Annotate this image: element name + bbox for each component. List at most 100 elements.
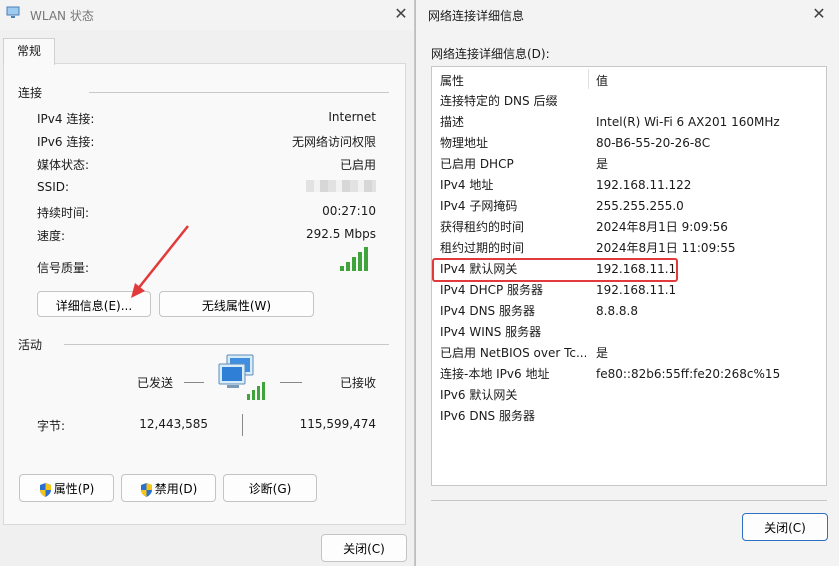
wireless-properties-button[interactable]: 无线属性(W): [159, 291, 314, 317]
property-cell: IPv4 子网掩码: [440, 199, 518, 213]
property-cell: 连接-本地 IPv6 地址: [440, 367, 550, 381]
received-label: 已接收: [339, 376, 376, 390]
list-item[interactable]: 物理地址 80-B6-55-20-26-8C: [432, 133, 826, 154]
list-header: 属性 值: [432, 67, 826, 91]
disable-button[interactable]: 禁用(D): [121, 474, 216, 502]
list-item[interactable]: 获得租约的时间 2024年8月1日 9:09:56: [432, 217, 826, 238]
value-cell: fe80::82b6:55ff:fe20:268c%15: [596, 367, 781, 381]
property-cell: 租约过期的时间: [440, 241, 525, 255]
property-cell: IPv4 WINS 服务器: [440, 325, 542, 339]
media-state-label: 媒体状态:: [37, 158, 90, 172]
network-details-window: 网络连接详细信息 ✕ 网络连接详细信息(D): 属性 值 连接特定的 DNS 后…: [415, 0, 839, 566]
ipv4-value: Internet: [328, 110, 376, 124]
property-cell: IPv4 默认网关: [440, 262, 518, 276]
list-item[interactable]: 连接特定的 DNS 后缀: [432, 91, 826, 112]
property-cell: IPv4 DHCP 服务器: [440, 283, 544, 297]
value-cell: 192.168.11.1: [596, 262, 677, 276]
close-button[interactable]: 关闭(C): [742, 513, 828, 541]
list-item[interactable]: IPv4 地址 192.168.11.122: [432, 175, 826, 196]
list-item[interactable]: 已启用 DHCP 是: [432, 154, 826, 175]
list-item[interactable]: IPv6 默认网关: [432, 385, 826, 406]
connection-group-title: 连接: [18, 86, 43, 100]
divider: [431, 500, 827, 501]
list-item[interactable]: IPv4 子网掩码 255.255.255.0: [432, 196, 826, 217]
value-cell: 2024年8月1日 9:09:56: [596, 220, 728, 234]
list-item[interactable]: IPv4 WINS 服务器: [432, 322, 826, 343]
divider: [184, 382, 204, 383]
bytes-label: 字节:: [37, 419, 66, 433]
value-cell: 2024年8月1日 11:09:55: [596, 241, 736, 255]
value-cell: Intel(R) Wi-Fi 6 AX201 160MHz: [596, 115, 780, 129]
list-item[interactable]: IPv4 DHCP 服务器 192.168.11.1: [432, 280, 826, 301]
title-bar: WLAN 状态 ✕: [0, 0, 414, 30]
speed-label: 速度:: [37, 229, 66, 243]
properties-button-label: 属性(P): [53, 482, 95, 496]
property-cell: IPv6 默认网关: [440, 388, 518, 402]
media-state-value: 已启用: [339, 158, 376, 172]
diagnose-button[interactable]: 诊断(G): [223, 474, 317, 502]
property-cell: IPv6 DNS 服务器: [440, 409, 535, 423]
network-icon: [6, 6, 20, 18]
value-cell: 8.8.8.8: [596, 304, 638, 318]
speed-value: 292.5 Mbps: [305, 227, 376, 241]
column-separator[interactable]: [588, 69, 589, 89]
ipv6-value: 无网络访问权限: [291, 135, 376, 149]
value-cell: 192.168.11.1: [596, 283, 677, 297]
divider: [89, 92, 389, 93]
duration-value: 00:27:10: [322, 204, 376, 218]
close-button[interactable]: 关闭(C): [321, 534, 407, 562]
wlan-status-window: WLAN 状态 ✕ 常规 连接 IPv4 连接: Internet IPv6 连…: [0, 0, 415, 566]
signal-quality-label: 信号质量:: [37, 261, 90, 275]
sent-label: 已发送: [137, 376, 174, 390]
property-cell: 获得租约的时间: [440, 220, 525, 234]
list-item[interactable]: 租约过期的时间 2024年8月1日 11:09:55: [432, 238, 826, 259]
tab-page-general: 连接 IPv4 连接: Internet IPv6 连接: 无网络访问权限 媒体…: [3, 63, 406, 525]
ipv6-label: IPv6 连接:: [37, 135, 95, 149]
activity-group-title: 活动: [18, 338, 43, 352]
properties-button[interactable]: 属性(P): [19, 474, 114, 502]
property-cell: 连接特定的 DNS 后缀: [440, 94, 558, 108]
divider: [64, 344, 389, 345]
bytes-sent-value: 12,443,585: [139, 417, 208, 431]
list-item[interactable]: IPv4 默认网关 192.168.11.1: [432, 259, 826, 280]
list-item[interactable]: 描述 Intel(R) Wi-Fi 6 AX201 160MHz: [432, 112, 826, 133]
divider: [280, 382, 302, 383]
shield-icon: [39, 482, 51, 497]
title-bar: 网络连接详细信息 ✕: [416, 0, 839, 30]
divider: [242, 414, 243, 436]
duration-label: 持续时间:: [37, 206, 90, 220]
details-list[interactable]: 属性 值 连接特定的 DNS 后缀 描述 Intel(R) Wi-Fi 6 AX20…: [431, 66, 827, 486]
property-cell: IPv4 地址: [440, 178, 494, 192]
signal-strength-icon: [340, 247, 370, 271]
column-header-property[interactable]: 属性: [440, 72, 464, 89]
list-item[interactable]: 连接-本地 IPv6 地址 fe80::82b6:55ff:fe20:268c%1…: [432, 364, 826, 385]
value-cell: 是: [596, 346, 609, 360]
property-cell: 已启用 DHCP: [440, 157, 514, 171]
value-cell: 255.255.255.0: [596, 199, 684, 213]
list-item[interactable]: 已启用 NetBIOS over Tc... 是: [432, 343, 826, 364]
disable-button-label: 禁用(D): [154, 482, 198, 496]
value-cell: 192.168.11.122: [596, 178, 692, 192]
column-header-value[interactable]: 值: [596, 72, 608, 89]
value-cell: 是: [596, 157, 609, 171]
window-title: WLAN 状态: [30, 9, 94, 23]
window-title: 网络连接详细信息: [428, 9, 525, 23]
bytes-received-value: 115,599,474: [299, 417, 376, 431]
property-cell: 物理地址: [440, 136, 489, 150]
property-cell: IPv4 DNS 服务器: [440, 304, 535, 318]
list-item[interactable]: IPv4 DNS 服务器 8.8.8.8: [432, 301, 826, 322]
property-cell: 已启用 NetBIOS over Tc...: [440, 346, 586, 360]
list-item[interactable]: IPv6 DNS 服务器: [432, 406, 826, 427]
shield-icon: [140, 482, 152, 497]
close-icon[interactable]: ✕: [390, 4, 412, 24]
ipv4-label: IPv4 连接:: [37, 112, 95, 126]
network-activity-icon: [218, 354, 265, 400]
details-button[interactable]: 详细信息(E)...: [37, 291, 151, 317]
property-cell: 描述: [440, 115, 465, 129]
ssid-label: SSID:: [37, 180, 70, 194]
tab-general[interactable]: 常规: [3, 38, 55, 65]
ssid-value-redacted: [306, 180, 376, 192]
value-cell: 80-B6-55-20-26-8C: [596, 136, 711, 150]
close-icon[interactable]: ✕: [808, 4, 830, 24]
list-caption: 网络连接详细信息(D):: [431, 47, 550, 61]
